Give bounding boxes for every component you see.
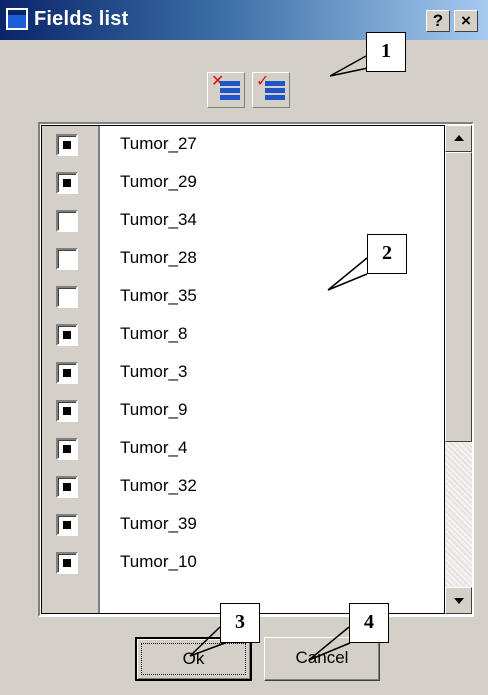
callout-1-leader <box>329 55 369 77</box>
scroll-thumb[interactable] <box>445 152 472 442</box>
field-checkbox[interactable] <box>56 248 78 270</box>
field-label: Tumor_28 <box>120 248 197 267</box>
list-item[interactable]: Tumor_29 <box>42 164 444 202</box>
field-checkbox[interactable] <box>56 134 78 156</box>
ok-button[interactable]: Ok <box>135 637 252 681</box>
list-item[interactable]: Tumor_3 <box>42 354 444 392</box>
field-checkbox[interactable] <box>56 552 78 574</box>
field-checkbox[interactable] <box>56 286 78 308</box>
scroll-down-button[interactable] <box>445 587 472 614</box>
list-item[interactable]: Tumor_35 <box>42 278 444 316</box>
field-label: Tumor_8 <box>120 324 188 343</box>
list-item[interactable]: Tumor_32 <box>42 468 444 506</box>
scroll-up-button[interactable] <box>445 125 472 152</box>
field-checkbox[interactable] <box>56 400 78 422</box>
field-checkbox[interactable] <box>56 514 78 536</box>
field-label: Tumor_34 <box>120 210 197 229</box>
callout-label-1: 1 <box>366 32 406 72</box>
list-bars-icon <box>220 81 240 102</box>
field-checkbox[interactable] <box>56 210 78 232</box>
field-checkbox[interactable] <box>56 362 78 384</box>
fields-listbox[interactable]: Tumor_27 Tumor_29 Tumor_34 Tumor_28 Tumor_35… <box>38 122 474 617</box>
list-item[interactable]: Tumor_8 <box>42 316 444 354</box>
callout-label-4: 4 <box>349 603 389 643</box>
window-icon <box>6 8 28 30</box>
field-label: Tumor_9 <box>120 400 188 419</box>
check-all-button[interactable]: ✓ <box>252 72 290 108</box>
vertical-scrollbar[interactable] <box>445 125 472 614</box>
list-item[interactable]: Tumor_10 <box>42 544 444 582</box>
field-label: Tumor_29 <box>120 172 197 191</box>
field-label: Tumor_39 <box>120 514 197 533</box>
cancel-button[interactable]: Cancel <box>264 637 380 681</box>
help-button[interactable]: ? <box>426 10 450 32</box>
field-label: Tumor_4 <box>120 438 188 457</box>
list-bars-icon <box>265 81 285 102</box>
callout-label-2: 2 <box>367 234 407 274</box>
field-label: Tumor_3 <box>120 362 188 381</box>
focus-rect <box>141 643 246 675</box>
title-bar[interactable]: Fields list ? × <box>0 0 488 40</box>
field-label: Tumor_10 <box>120 552 197 571</box>
list-item[interactable]: Tumor_9 <box>42 392 444 430</box>
field-label: Tumor_32 <box>120 476 197 495</box>
callout-label-3: 3 <box>220 603 260 643</box>
close-button[interactable]: × <box>454 10 478 32</box>
list-item[interactable]: Tumor_4 <box>42 430 444 468</box>
field-checkbox[interactable] <box>56 172 78 194</box>
field-checkbox[interactable] <box>56 438 78 460</box>
uncheck-all-button[interactable]: ✕ <box>207 72 245 108</box>
field-checkbox[interactable] <box>56 324 78 346</box>
list-item[interactable]: Tumor_27 <box>42 126 444 164</box>
field-label: Tumor_35 <box>120 286 197 305</box>
field-label: Tumor_27 <box>120 134 197 153</box>
list-item[interactable]: Tumor_39 <box>42 506 444 544</box>
fields-list: Tumor_27 Tumor_29 Tumor_34 Tumor_28 Tumor_35… <box>41 125 445 614</box>
field-checkbox[interactable] <box>56 476 78 498</box>
window-title: Fields list <box>34 8 129 30</box>
